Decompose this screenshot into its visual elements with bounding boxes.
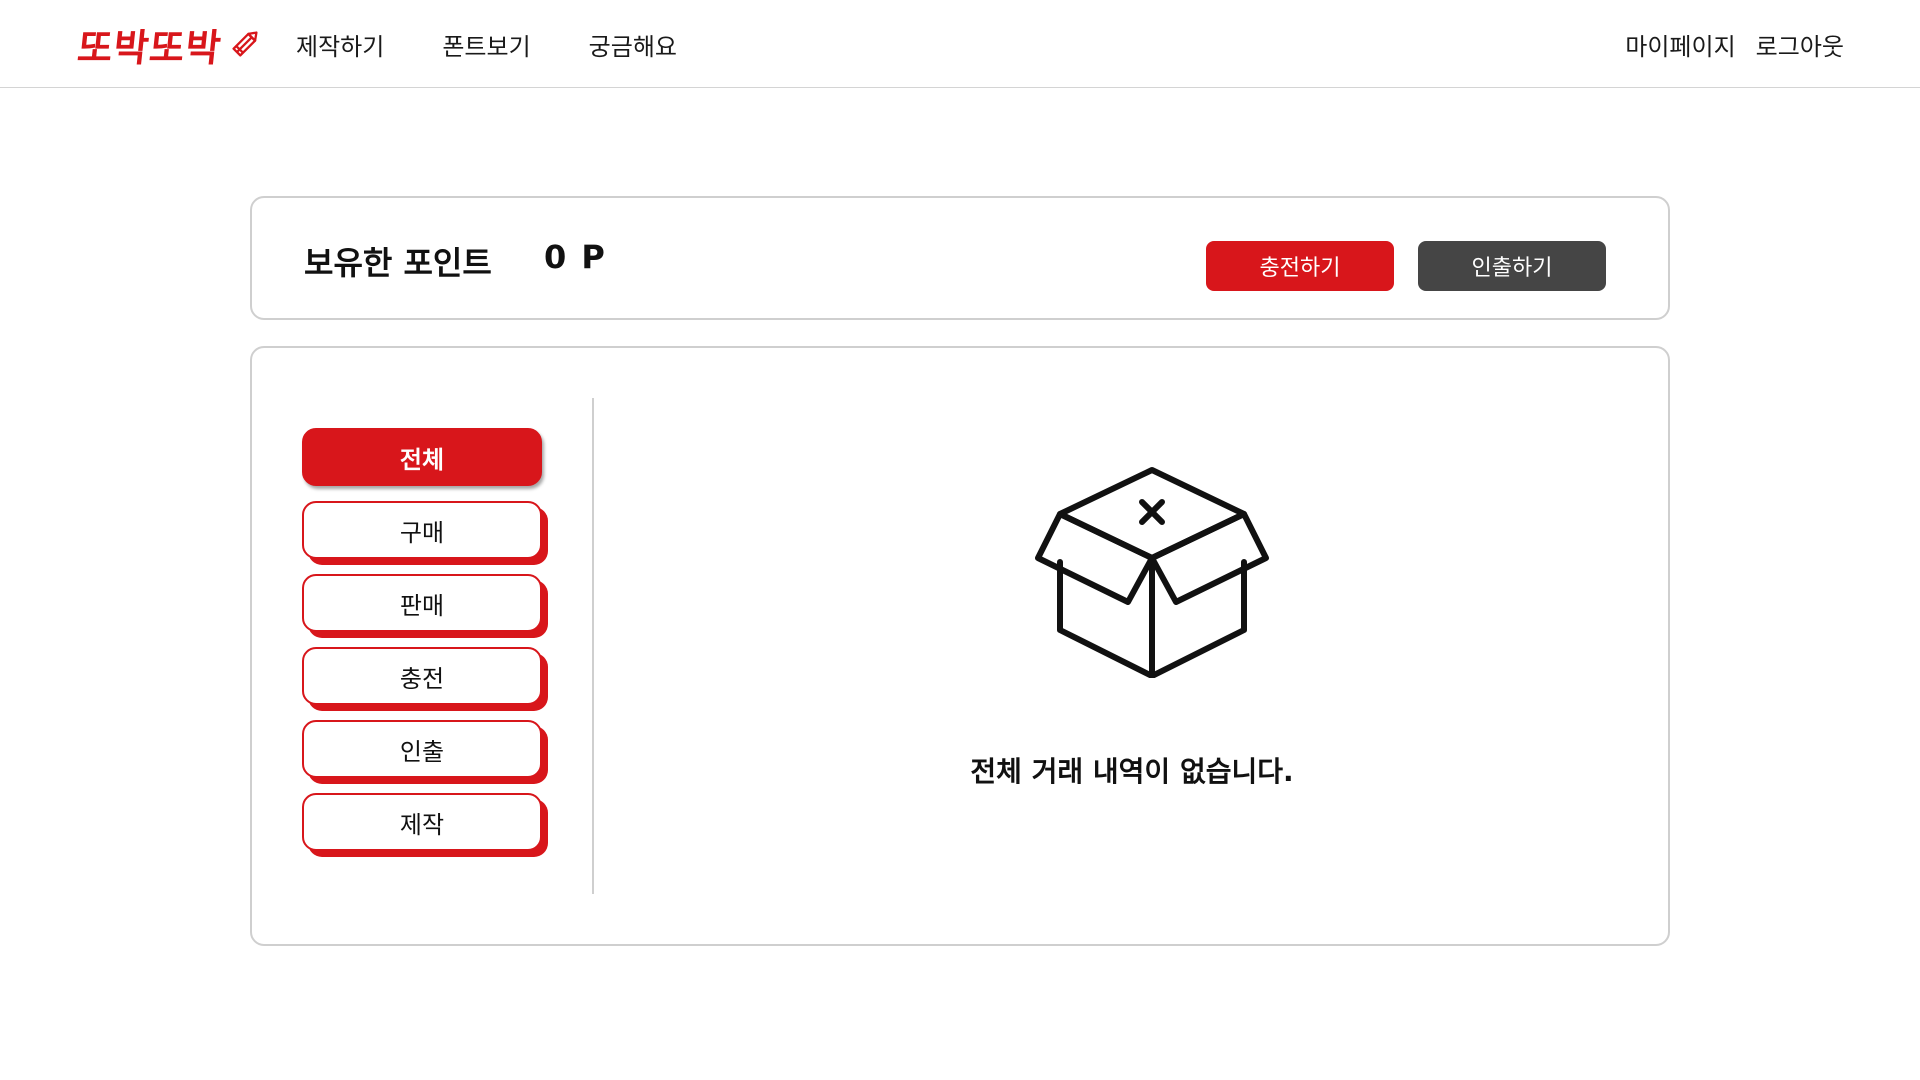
history-filter-list: 전체 구매 판매 충전 인출 제작 (302, 428, 552, 866)
empty-message: 전체 거래 내역이 없습니다. (970, 755, 1294, 788)
filter-purchase[interactable]: 구매 (302, 501, 542, 559)
nav-fonts[interactable]: 폰트보기 (442, 27, 530, 62)
top-header: 또박또박 제작하기 폰트보기 궁금해요 마이페이지 로그아웃 (0, 0, 1920, 88)
empty-box-icon (1035, 467, 1269, 678)
filter-sale[interactable]: 판매 (302, 574, 542, 632)
points-label: 보유한 포인트 (304, 244, 492, 282)
history-card: 전체 구매 판매 충전 인출 제작 전체 거래 내역이 없습니다. (250, 346, 1670, 946)
empty-state: 전체 거래 내역이 없습니다. (592, 348, 1672, 948)
logo-text: 또박또박 (75, 25, 224, 70)
filter-withdraw[interactable]: 인출 (302, 720, 542, 778)
logo[interactable]: 또박또박 (75, 18, 264, 70)
nav-make[interactable]: 제작하기 (296, 27, 384, 62)
logout-link[interactable]: 로그아웃 (1756, 27, 1844, 62)
filter-charge[interactable]: 충전 (302, 647, 542, 705)
points-value: 0 P (544, 238, 607, 276)
filter-all[interactable]: 전체 (302, 428, 542, 486)
withdraw-button[interactable]: 인출하기 (1418, 241, 1606, 291)
filter-make[interactable]: 제작 (302, 793, 542, 851)
charge-button[interactable]: 충전하기 (1206, 241, 1394, 291)
nav-faq[interactable]: 궁금해요 (589, 27, 677, 62)
pencil-icon (232, 31, 258, 57)
points-card: 보유한 포인트 0 P 충전하기 인출하기 (250, 196, 1670, 320)
user-nav: 마이페이지 로그아웃 (1605, 0, 1844, 88)
main-nav: 제작하기 폰트보기 궁금해요 (296, 0, 735, 88)
mypage-link[interactable]: 마이페이지 (1625, 27, 1735, 62)
